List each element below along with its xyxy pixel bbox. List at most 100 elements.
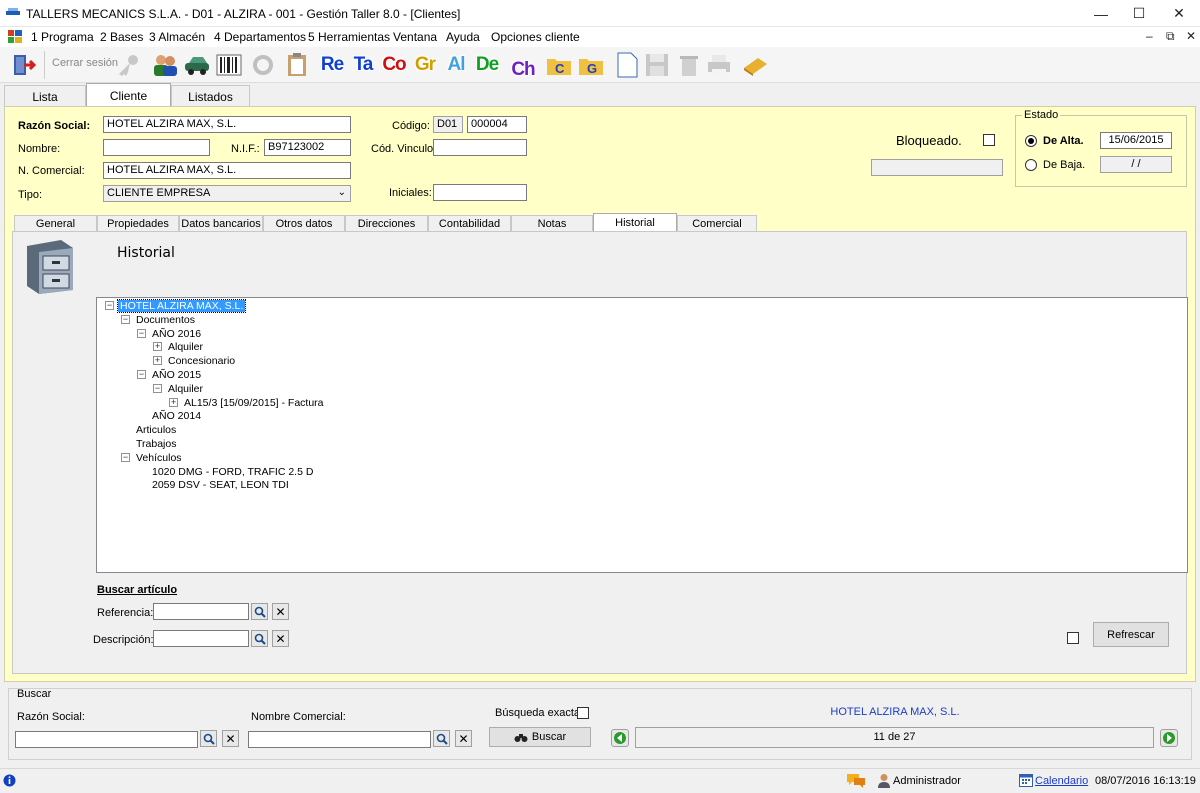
menu-herramientas[interactable]: 5 Herramientas	[308, 30, 390, 44]
print-icon[interactable]	[704, 50, 734, 80]
mdi-minimize-button[interactable]: –	[1146, 29, 1153, 43]
historial-tree[interactable]: − HOTEL ALZIRA MAX, S.L. − Documentos − AÑO 2…	[96, 297, 1188, 573]
nombre-field[interactable]	[103, 139, 210, 156]
mdi-close-button[interactable]: ✕	[1186, 29, 1196, 43]
expand-icon[interactable]: +	[153, 342, 162, 352]
tab-lista[interactable]: Lista	[4, 85, 86, 107]
descripcion-field[interactable]	[153, 630, 249, 647]
tree-node[interactable]: 2059 DSV - SEAT, LEON TDI	[137, 478, 291, 492]
subtab-datos-bancarios[interactable]: Datos bancarios	[179, 215, 263, 232]
bloqueado-checkbox[interactable]	[983, 134, 995, 146]
tree-node[interactable]: AÑO 2014	[137, 409, 203, 423]
refrescar-button[interactable]: Refrescar	[1093, 622, 1169, 647]
barcode-icon[interactable]	[214, 50, 244, 80]
codigo-field[interactable]: 000004	[467, 116, 527, 133]
tab-listados[interactable]: Listados	[171, 85, 250, 107]
collapse-icon[interactable]: −	[121, 314, 130, 324]
menu-almacen[interactable]: 3 Almacén	[149, 30, 205, 44]
tarifas-button[interactable]: Ta	[349, 51, 377, 79]
folder-g-icon[interactable]: G	[576, 50, 606, 80]
delete-icon[interactable]	[674, 50, 704, 80]
menu-opciones-cliente[interactable]: Opciones cliente	[491, 30, 580, 44]
next-record-button[interactable]	[1160, 729, 1178, 747]
info-icon[interactable]	[3, 774, 16, 787]
eraser-icon[interactable]	[740, 50, 770, 80]
collapse-icon[interactable]: −	[105, 301, 114, 310]
referencia-field[interactable]	[153, 603, 249, 620]
minimize-button[interactable]: —	[1080, 0, 1122, 27]
subtab-direcciones[interactable]: Direcciones	[345, 215, 428, 232]
compras-button[interactable]: Co	[380, 51, 408, 79]
de-baja-radio[interactable]	[1025, 159, 1037, 171]
subtab-otros-datos[interactable]: Otros datos	[263, 215, 345, 232]
menu-ventana[interactable]: Ventana	[393, 30, 437, 44]
clear-razon-social-icon[interactable]: ✕	[222, 730, 239, 747]
menu-bases[interactable]: 2 Bases	[100, 30, 143, 44]
tree-node[interactable]: + Concesionario	[153, 354, 237, 368]
razon-social-field[interactable]: HOTEL ALZIRA MAX, S.L.	[103, 116, 351, 133]
cod-vinculo-field[interactable]	[433, 139, 527, 156]
calendario-link[interactable]: Calendario	[1035, 775, 1088, 787]
tree-node[interactable]: 1020 DMG - FORD, TRAFIC 2.5 D	[137, 465, 315, 479]
search-icon[interactable]	[251, 630, 268, 647]
tree-node[interactable]: − Documentos	[121, 313, 197, 327]
cheques-button[interactable]: Ch	[509, 56, 537, 84]
mdi-form-icon[interactable]	[8, 30, 22, 43]
de-alta-radio[interactable]	[1025, 135, 1037, 147]
tree-node[interactable]: − AÑO 2016	[137, 327, 203, 341]
tree-node[interactable]: − AÑO 2015	[137, 368, 203, 382]
collapse-icon[interactable]: −	[137, 328, 146, 338]
expand-icon[interactable]: +	[169, 397, 178, 407]
buscar-button[interactable]: Buscar	[489, 727, 591, 747]
expand-icon[interactable]: +	[153, 356, 162, 366]
mdi-restore-button[interactable]: ⧉	[1166, 29, 1175, 44]
departamentos-button[interactable]: De	[473, 51, 501, 79]
search-icon[interactable]	[251, 603, 268, 620]
previous-record-button[interactable]	[611, 729, 629, 747]
tab-cliente[interactable]: Cliente	[86, 83, 171, 107]
search-icon[interactable]	[433, 730, 450, 747]
search-icon[interactable]	[200, 730, 217, 747]
n-comercial-field[interactable]: HOTEL ALZIRA MAX, S.L.	[103, 162, 351, 179]
new-document-icon[interactable]	[612, 50, 642, 80]
tree-node[interactable]: − HOTEL ALZIRA MAX, S.L.	[105, 299, 247, 313]
iniciales-field[interactable]	[433, 184, 527, 201]
recambios-button[interactable]: Re	[318, 51, 346, 79]
collapse-icon[interactable]: −	[137, 370, 146, 379]
users-icon[interactable]	[150, 50, 180, 80]
grupos-button[interactable]: Gr	[411, 51, 439, 79]
collapse-icon[interactable]: −	[121, 452, 130, 462]
alta-date-field[interactable]: 15/06/2015	[1100, 132, 1172, 149]
razon-social-search-field[interactable]	[15, 731, 198, 748]
folder-c-icon[interactable]: C	[544, 50, 574, 80]
subtab-comercial[interactable]: Comercial	[677, 215, 757, 232]
refrescar-checkbox[interactable]	[1067, 632, 1079, 644]
clipboard-icon[interactable]	[282, 50, 312, 80]
menu-departamentos[interactable]: 4 Departamentos	[214, 30, 306, 44]
subtab-propiedades[interactable]: Propiedades	[97, 215, 179, 232]
almacen-button[interactable]: Al	[442, 51, 470, 79]
close-window-button[interactable]: ✕	[1158, 0, 1200, 27]
nombre-comercial-search-field[interactable]	[248, 731, 431, 748]
tree-node[interactable]: Trabajos	[121, 437, 178, 451]
car-icon[interactable]	[182, 50, 212, 80]
menu-programa[interactable]: 1 Programa	[31, 30, 94, 44]
clear-descripcion-icon[interactable]: ✕	[272, 630, 289, 647]
tree-node[interactable]: − Vehículos	[121, 451, 184, 465]
tools-icon[interactable]	[248, 50, 278, 80]
cerrar-sesion-button[interactable]: Cerrar sesión	[52, 57, 118, 69]
collapse-icon[interactable]: −	[153, 383, 162, 393]
clear-referencia-icon[interactable]: ✕	[272, 603, 289, 620]
tree-node[interactable]: + Alquiler	[153, 340, 205, 354]
busqueda-exacta-checkbox[interactable]	[577, 707, 589, 719]
menu-ayuda[interactable]: Ayuda	[446, 30, 480, 44]
subtab-historial[interactable]: Historial	[593, 213, 677, 232]
messages-icon[interactable]	[846, 773, 866, 789]
clear-nombre-comercial-icon[interactable]: ✕	[455, 730, 472, 747]
nif-field[interactable]: B97123002	[264, 139, 351, 156]
tipo-select[interactable]: CLIENTE EMPRESA ⌄	[103, 185, 351, 202]
tree-node[interactable]: − Alquiler	[153, 382, 205, 396]
calendar-icon[interactable]	[1019, 774, 1033, 787]
key-icon[interactable]	[113, 50, 143, 80]
tree-node[interactable]: Articulos	[121, 423, 178, 437]
